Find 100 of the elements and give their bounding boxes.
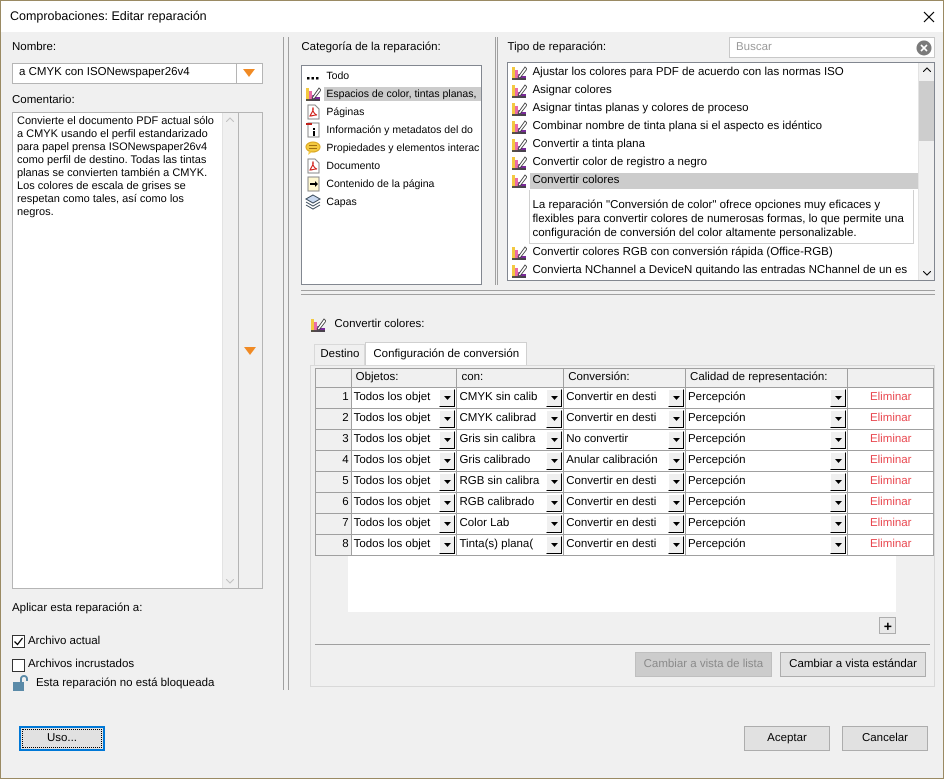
dropdown-cell[interactable]: RGB sin calibra: [457, 472, 564, 492]
dropdown-cell[interactable]: Todos los objet: [352, 535, 456, 555]
dropdown-arrow-icon: [550, 501, 558, 505]
color-bars-icon: [310, 317, 326, 333]
dropdown-arrow-icon: [834, 501, 842, 505]
fixup-item[interactable]: Asignar colores: [530, 83, 918, 99]
checkbox[interactable]: [12, 635, 25, 648]
dropdown-arrow-icon: [550, 396, 558, 400]
color-bars-icon: [305, 86, 322, 102]
dropdown-arrow-icon: [672, 501, 680, 505]
dropdown-cell[interactable]: Tinta(s) plana(: [457, 535, 564, 555]
dropdown-cell[interactable]: Convertir en desti: [564, 472, 686, 492]
fixup-item[interactable]: Convertir color de registro a negro: [530, 155, 918, 171]
fixup-item[interactable]: Convierta NChannel a DeviceN quitando las entradas NChannel de un es: [530, 263, 918, 279]
close-icon[interactable]: [923, 10, 935, 22]
dialog-button[interactable]: Cancelar: [842, 726, 928, 751]
fixup-item[interactable]: Combinar nombre de tinta plana si el aspecto es idéntico: [530, 119, 918, 135]
dialog-button[interactable]: Aceptar: [744, 726, 830, 751]
check-icon: [13, 636, 24, 648]
category-item[interactable]: Información y metadatos del do: [324, 122, 482, 138]
name-combobox[interactable]: a CMYK con ISONewspaper26v4: [12, 62, 263, 84]
dropdown-cell[interactable]: Convertir en desti: [564, 514, 686, 534]
usage-button[interactable]: Uso...: [19, 726, 105, 751]
dropdown-arrow-icon: [672, 438, 680, 442]
dropdown-cell[interactable]: Convertir en desti: [564, 535, 686, 555]
checkbox-label[interactable]: Archivo actual: [28, 634, 100, 649]
dropdown-cell[interactable]: Percepción: [686, 493, 848, 513]
dropdown-cell[interactable]: CMYK calibrad: [457, 409, 564, 429]
add-row-button[interactable]: +: [879, 617, 896, 634]
fixup-item[interactable]: Ajustar los colores para PDF de acuerdo con las normas ISO: [530, 65, 918, 81]
category-item[interactable]: Propiedades y elementos interac: [324, 140, 482, 156]
dropdown-cell[interactable]: Convertir en desti: [564, 409, 686, 429]
lock-status-text: Esta reparación no está bloqueada: [36, 676, 214, 690]
category-item[interactable]: Contenido de la página: [324, 176, 482, 192]
dropdown-cell[interactable]: Todos los objet: [352, 388, 456, 408]
dropdown-arrow-icon: [834, 417, 842, 421]
color-bars-icon: [511, 101, 528, 117]
dropdown-cell[interactable]: Gris sin calibra: [457, 430, 564, 450]
dropdown-arrow-icon: [834, 543, 842, 547]
dropdown-cell[interactable]: Anular calibración: [564, 451, 686, 471]
category-item[interactable]: Todo: [324, 68, 482, 84]
fixup-item[interactable]: Asignar tintas planas y colores de proceso: [530, 101, 918, 117]
dropdown-arrow-icon: [550, 522, 558, 526]
dropdown-cell[interactable]: Percepción: [686, 430, 848, 450]
column-header: Conversión:: [568, 371, 630, 384]
category-item[interactable]: Documento: [324, 158, 482, 174]
fixup-item[interactable]: Convertir a tinta plana: [530, 137, 918, 153]
dropdown-cell[interactable]: RGB calibrado: [457, 493, 564, 513]
view-button[interactable]: Cambiar a vista estándar: [780, 652, 926, 677]
dropdown-cell[interactable]: No convertir: [564, 430, 686, 450]
scrollbar[interactable]: [222, 113, 238, 588]
dropdown-arrow-icon: [444, 501, 451, 505]
field-label: Nombre:: [12, 41, 58, 55]
dropdown-arrow-icon: [834, 459, 842, 463]
checkbox-label[interactable]: Archivos incrustados: [28, 658, 134, 672]
tab[interactable]: Configuración de conversión: [365, 342, 528, 366]
dropdown-cell[interactable]: Convertir en desti: [564, 493, 686, 513]
dropdown-cell[interactable]: Percepción: [686, 388, 848, 408]
row-number: 8: [342, 538, 349, 550]
dropdown-arrow-icon: [672, 543, 680, 547]
category-item[interactable]: Espacios de color, tintas planas,: [324, 86, 482, 102]
search-input[interactable]: Buscar: [736, 40, 916, 54]
color-bars-icon: [511, 83, 528, 99]
window-title: Comprobaciones: Editar reparación: [10, 9, 207, 24]
category-item[interactable]: Páginas: [324, 104, 482, 120]
dropdown-cell[interactable]: Todos los objet: [352, 409, 456, 429]
dropdown-cell[interactable]: Todos los objet: [352, 451, 456, 471]
speech-bubble-icon: [305, 140, 322, 156]
dropdown-arrow-icon: [672, 522, 680, 526]
fixup-item[interactable]: Convertir colores: [530, 173, 918, 189]
dropdown-cell[interactable]: CMYK sin calib: [457, 388, 564, 408]
dropdown-cell[interactable]: Color Lab: [457, 514, 564, 534]
scroll-up-icon: [922, 67, 930, 72]
dropdown-cell[interactable]: Todos los objet: [352, 472, 456, 492]
fixup-item[interactable]: Convertir colores RGB con conversión rápida (Office-RGB): [530, 245, 918, 261]
dropdown-cell[interactable]: Percepción: [686, 535, 848, 555]
dots-icon: [307, 77, 320, 80]
dropdown-cell[interactable]: Percepción: [686, 451, 848, 471]
row-number: 2: [342, 412, 349, 424]
dropdown-cell[interactable]: Gris calibrado: [457, 451, 564, 471]
scrollbar[interactable]: [918, 63, 934, 280]
tab[interactable]: Destino: [314, 344, 366, 365]
search-field[interactable]: Buscar: [729, 37, 935, 58]
dropdown-arrow-icon: [672, 417, 680, 421]
dropdown-cell[interactable]: Percepción: [686, 472, 848, 492]
comment-textarea[interactable]: [12, 112, 263, 590]
layers-icon: [305, 194, 322, 210]
dropdown-cell[interactable]: Todos los objet: [352, 514, 456, 534]
dropdown-cell[interactable]: Percepción: [686, 514, 848, 534]
dropdown-cell[interactable]: Percepción: [686, 409, 848, 429]
dropdown-cell[interactable]: Todos los objet: [352, 493, 456, 513]
field-label: Comentario:: [12, 94, 76, 108]
dropdown-cell[interactable]: Convertir en desti: [564, 388, 686, 408]
category-item[interactable]: Capas: [324, 194, 482, 210]
checkbox[interactable]: [12, 658, 25, 672]
scroll-thumb[interactable]: [919, 81, 934, 141]
dropdown-arrow-icon: [444, 522, 451, 526]
color-bars-icon: [511, 119, 528, 135]
column-header: Objetos:: [356, 371, 398, 384]
dropdown-cell[interactable]: Todos los objet: [352, 430, 456, 450]
